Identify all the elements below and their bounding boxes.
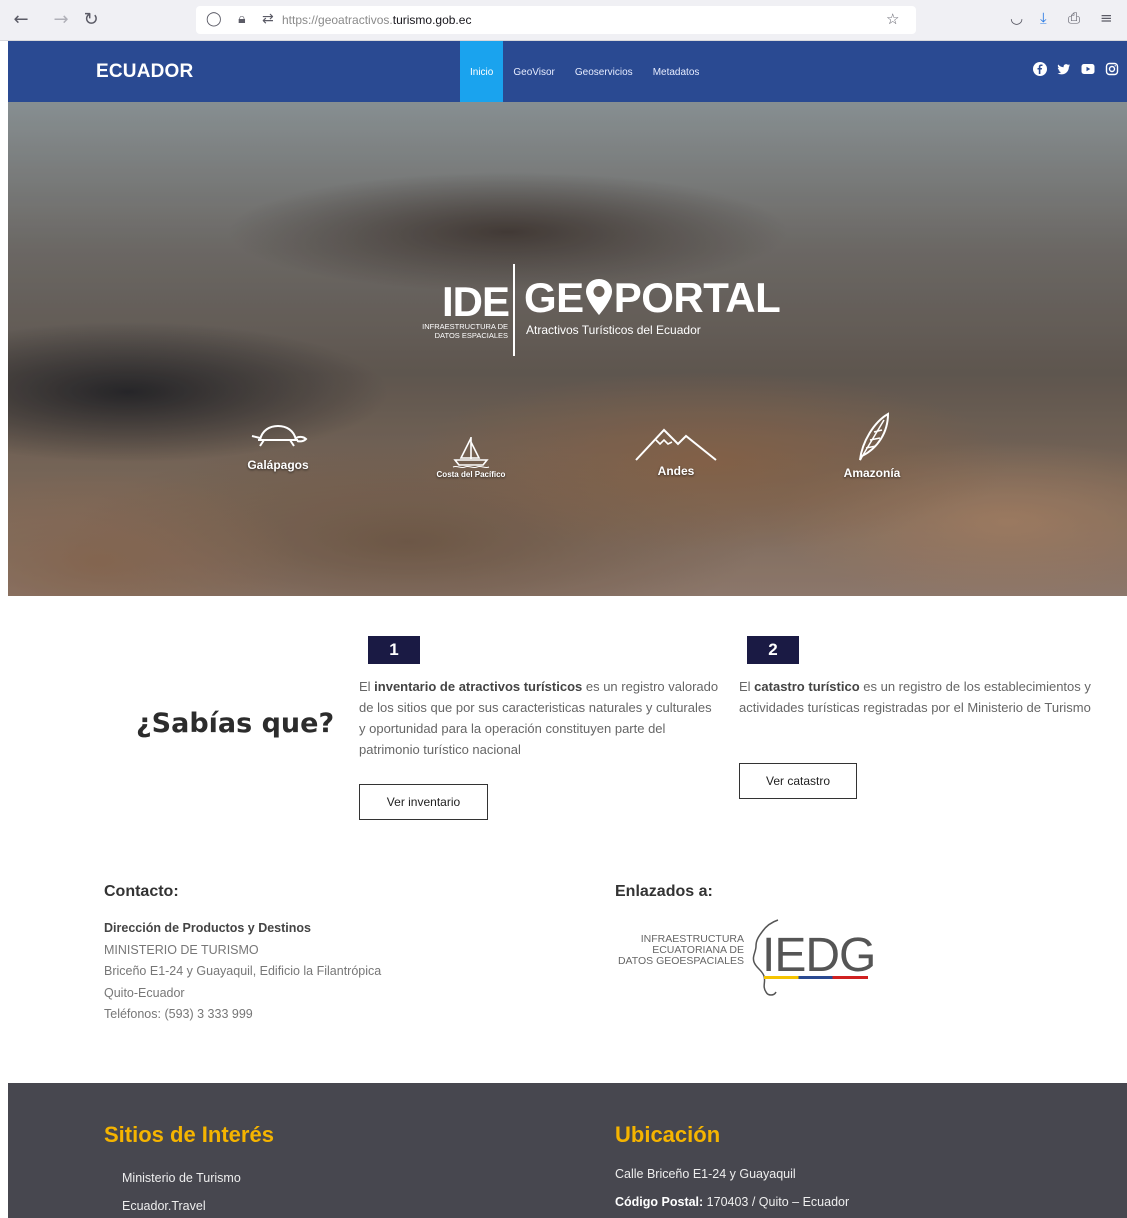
shield-lock-icon: ◯ 🔒︎ ⇄ [206,11,280,27]
bookmark-star-icon[interactable]: ☆ [886,10,899,28]
brand-logo[interactable]: ECUADOR [96,61,193,83]
mountains-icon [635,428,717,461]
region-costa[interactable]: Costa del Pacífico [411,434,531,479]
contact-address: Briceño E1-24 y Guayaquil, Edificio la F… [104,964,382,978]
nav-item-inicio[interactable]: Inicio [460,41,504,102]
contact-city: Quito-Ecuador [104,985,185,1000]
region-galapagos[interactable]: Galápagos [218,420,338,472]
turtle-icon [251,424,308,447]
iedg-logo[interactable]: INFRAESTRUCTURA ECUATORIANA DE DATOS GEO… [612,914,876,1004]
download-icon[interactable]: ⤓ [1040,9,1047,27]
sailboat-icon [452,437,490,468]
facebook-icon[interactable] [1033,62,1047,76]
geoportal-logo: IDE INFRAESTRUCTURA DE DATOS ESPACIALES … [398,264,781,359]
catastro-description: El catastro turístico es un registro de … [739,679,1091,715]
logo-ide-text: IDE [442,278,510,325]
iedg-flag-bar [764,976,868,979]
ubicacion-heading: Ubicación [615,1122,721,1147]
contact-heading: Contacto: [104,883,179,900]
address-bar[interactable]: ◯ 🔒︎ ⇄ https://geoatractivos.turismo.gob… [196,6,916,34]
logo-geoportal-text: GE PORTAL [524,274,781,321]
sitios-heading: Sitios de Interés [104,1122,274,1147]
ver-catastro-button[interactable]: Ver catastro [739,763,857,799]
iedg-acronym: IEDG [762,929,876,982]
extensions-icon[interactable]: ⎙ [1068,9,1080,27]
region-label-costa: Costa del Pacífico [436,470,506,479]
site-navbar: ECUADOR Inicio GeoVisor Geoservicios Met… [8,41,1127,102]
region-label-amazonia: Amazonía [843,466,901,480]
contact-department: Dirección de Productos y Destinos [104,921,311,935]
hero-banner: IDE INFRAESTRUCTURA DE DATOS ESPACIALES … [8,102,1127,596]
reload-icon[interactable]: ↻ [80,9,102,31]
link-ministerio-turismo[interactable]: Ministerio de Turismo [122,1171,241,1185]
nav-item-geoservicios[interactable]: Geoservicios [565,41,643,102]
region-label-andes: Andes [657,464,695,478]
ver-inventario-button[interactable]: Ver inventario [359,784,488,820]
instagram-icon[interactable] [1105,62,1119,76]
youtube-icon[interactable] [1081,62,1095,76]
pocket-icon[interactable]: ◡ [1010,9,1023,27]
number-badge-2: 2 [747,636,799,664]
main-menu: Inicio GeoVisor Geoservicios Metadatos [460,41,709,102]
browser-toolbar: ← → ↻ ◯ 🔒︎ ⇄ https://geoatractivos.turis… [0,0,1127,41]
logo-ide-subtitle: INFRAESTRUCTURA DE DATOS ESPACIALES [422,322,508,340]
linked-heading: Enlazados a: [615,883,713,900]
logo-tagline: Atractivos Turísticos del Ecuador [526,323,701,337]
contact-phone: Teléfonos: (593) 3 333 999 [104,1007,253,1021]
nav-item-geovisor[interactable]: GeoVisor [503,41,565,102]
contact-ministry: MINISTERIO DE TURISMO [104,942,259,957]
nav-item-metadatos[interactable]: Metadatos [643,41,710,102]
inventario-description: El inventario de atractivos turísticos e… [359,679,719,757]
leaf-icon [859,412,890,461]
url-text: https://geoatractivos.turismo.gob.ec [282,13,472,27]
footer-address: Calle Briceño E1-24 y Guayaquil [615,1167,796,1181]
map-pin-icon [585,279,612,315]
number-badge-1: 1 [368,636,420,664]
region-andes[interactable]: Andes [616,426,736,478]
sabias-heading: ¿Sabías que? [136,708,335,739]
twitter-icon[interactable] [1057,62,1071,76]
back-arrow-icon[interactable]: ← [10,9,32,31]
contact-details: Dirección de Productos y Destinos MINIST… [104,918,381,1026]
link-ecuador-travel[interactable]: Ecuador.Travel [122,1199,206,1213]
site-footer: Sitios de Interés Ministerio de Turismo … [8,1083,1127,1218]
region-amazonia[interactable]: Amazonía [812,412,932,480]
footer-postal: Código Postal: 170403 / Quito – Ecuador [615,1195,850,1209]
forward-arrow-icon[interactable]: → [50,9,72,31]
menu-icon[interactable]: ≡ [1100,9,1113,27]
logo-divider [513,264,515,356]
iedg-logo-text: INFRAESTRUCTURA ECUATORIANA DE DATOS GEO… [617,933,744,967]
social-links [1033,62,1119,76]
region-label-galapagos: Galápagos [247,458,309,472]
